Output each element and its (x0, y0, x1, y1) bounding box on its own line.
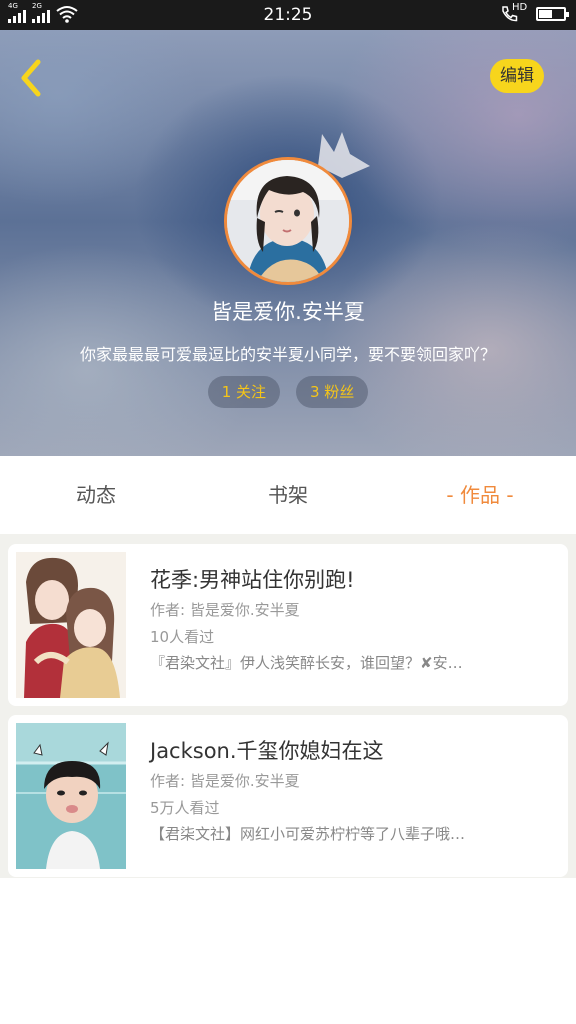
profile-tabs: 动态 书架 - 作品 - (0, 456, 576, 534)
book-cover-image (16, 552, 126, 698)
hd-label: HD (512, 2, 528, 13)
work-card[interactable]: 花季:男神站住你别跑! 作者: 皆是爱你.安半夏 10人看过 『君染文社』伊人浅… (8, 544, 568, 706)
book-description: 【君柒文社】网红小可爱苏柠柠等了八辈子哦… (150, 825, 466, 843)
status-right-group: HD (500, 2, 569, 23)
avatar-image (227, 160, 349, 282)
avatar[interactable] (224, 157, 352, 285)
tab-works[interactable]: - 作品 - (384, 456, 576, 534)
battery-icon (536, 7, 569, 21)
stats-row: 1 关注 3 粉丝 (0, 376, 576, 408)
tab-activity[interactable]: 动态 (0, 456, 192, 534)
book-cover[interactable] (16, 723, 126, 869)
work-card[interactable]: Jackson.千玺你媳妇在这 作者: 皆是爱你.安半夏 5万人看过 【君柒文社… (8, 715, 568, 877)
avatar-wrapper[interactable] (224, 157, 352, 285)
status-bar: 4G 2G 21:25 HD (0, 0, 576, 30)
book-views: 5万人看过 (150, 799, 220, 817)
profile-header: 编辑 皆是爱你.安半夏 你家最最最可爱最逗比的安半夏小同学，要不要领回家吖？ 1… (0, 30, 576, 456)
book-title[interactable]: 花季:男神站住你别跑! (150, 564, 355, 594)
tab-bookshelf[interactable]: 书架 (192, 456, 384, 534)
following-count-button[interactable]: 1 关注 (207, 376, 280, 408)
hd-call-icon: HD (500, 2, 527, 23)
book-title[interactable]: Jackson.千玺你媳妇在这 (150, 735, 384, 765)
book-author: 作者: 皆是爱你.安半夏 (150, 601, 300, 619)
book-description: 『君染文社』伊人浅笑醉长安，谁回望？✘安… (150, 654, 463, 672)
battery-fill (539, 10, 553, 18)
book-author: 作者: 皆是爱你.安半夏 (150, 772, 300, 790)
followers-count-button[interactable]: 3 粉丝 (296, 376, 369, 408)
edit-button[interactable]: 编辑 (490, 59, 544, 93)
book-views: 10人看过 (150, 628, 215, 646)
status-time: 21:25 (263, 5, 313, 25)
book-cover-image (16, 723, 126, 869)
username: 皆是爱你.安半夏 (211, 300, 365, 324)
book-cover[interactable] (16, 552, 126, 698)
back-arrow-icon[interactable] (16, 58, 46, 98)
user-bio: 你家最最最可爱最逗比的安半夏小同学，要不要领回家吖？ (79, 345, 496, 364)
